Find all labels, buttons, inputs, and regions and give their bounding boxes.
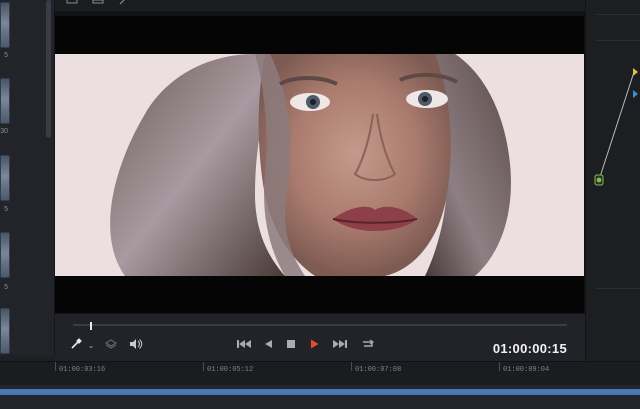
media-pool: 5 30 5 5: [0, 0, 55, 355]
ruler-timecode: 01:00:03:16: [59, 366, 106, 374]
video-viewer[interactable]: [55, 12, 585, 325]
step-back-icon[interactable]: [261, 338, 275, 354]
scrubber-track[interactable]: [73, 324, 567, 326]
layers-icon[interactable]: [104, 338, 118, 354]
magic-wand-icon[interactable]: [117, 0, 131, 7]
timeline-clip[interactable]: [0, 389, 640, 395]
ruler-timecode: 01:00:05:12: [207, 366, 254, 374]
skip-forward-icon[interactable]: [331, 338, 349, 354]
chevron-down-icon[interactable]: ⌄: [86, 338, 96, 354]
timeline-track[interactable]: [0, 385, 640, 409]
media-thumbnail[interactable]: [0, 155, 10, 201]
loop-icon[interactable]: [359, 338, 377, 354]
media-thumbnail[interactable]: [0, 2, 10, 48]
media-thumbnail[interactable]: [0, 232, 10, 278]
media-thumbnail[interactable]: [0, 78, 10, 124]
list-icon[interactable]: [91, 0, 105, 7]
play-icon[interactable]: [307, 338, 321, 354]
clip-icon[interactable]: [65, 0, 79, 7]
curve-graph[interactable]: [586, 60, 640, 200]
timeline-ruler[interactable]: 01:00:03:16 01:00:05:12 01:00:07:08 01:0…: [0, 361, 640, 385]
panel-divider: [596, 40, 640, 41]
media-label: 5: [4, 206, 8, 213]
media-label: 5: [4, 52, 8, 59]
timecode-display: 01:00:00:15: [492, 341, 567, 356]
stop-icon[interactable]: [284, 338, 298, 354]
transport-controls: ⌄ 01:00:00:15: [55, 313, 585, 361]
letterbox-bottom: [55, 276, 584, 317]
media-label: 30: [0, 128, 8, 135]
playhead-handle[interactable]: [89, 322, 92, 330]
ruler-tick: [203, 362, 204, 371]
panel-divider: [596, 14, 640, 15]
ruler-timecode: 01:00:07:08: [355, 366, 402, 374]
right-inspector-panel: [585, 0, 640, 361]
skip-back-icon[interactable]: [235, 338, 253, 354]
viewer-frame: [55, 16, 584, 325]
media-label: 5: [4, 284, 8, 291]
ruler-tick: [351, 362, 352, 371]
ruler-tick: [55, 362, 56, 371]
panel-divider: [596, 288, 640, 289]
viewer-toolbar: [55, 0, 585, 12]
media-pool-scrollbar[interactable]: [46, 0, 51, 138]
letterbox-top: [55, 16, 584, 54]
eyedropper-icon[interactable]: [69, 338, 83, 354]
davinci-resolve-window: 5 30 5 5 ⌄ 01:00:00:15 01:00:03:16 01:00…: [0, 0, 640, 409]
video-frame-image: [55, 54, 584, 276]
media-thumbnail[interactable]: [0, 308, 10, 354]
ruler-timecode: 01:00:09:04: [503, 366, 550, 374]
ruler-tick: [499, 362, 500, 371]
volume-icon[interactable]: [128, 338, 144, 354]
